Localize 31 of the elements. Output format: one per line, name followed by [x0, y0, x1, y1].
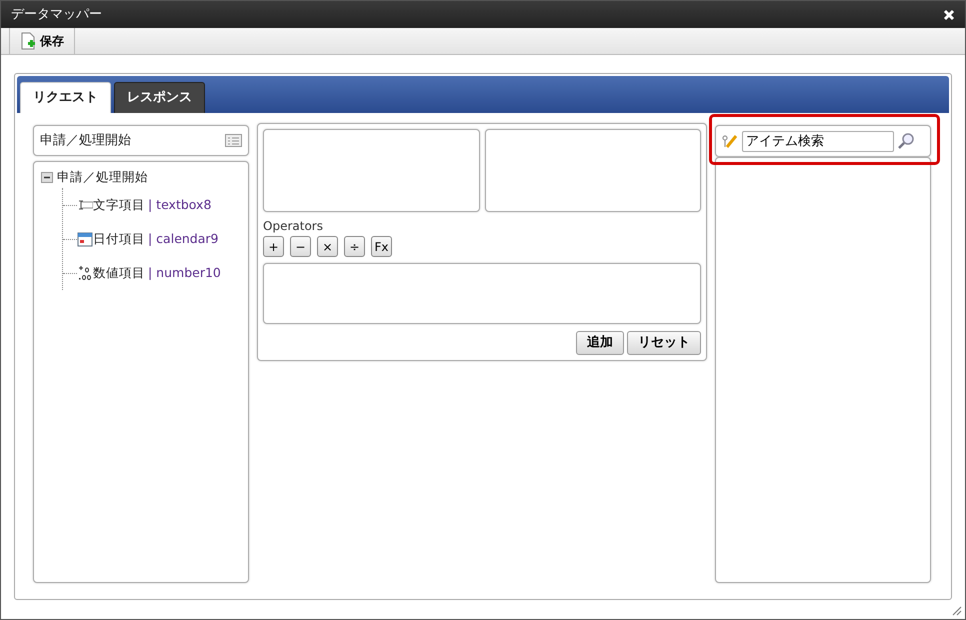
number-icon — [77, 265, 93, 281]
operator-button[interactable]: ÷ — [344, 236, 365, 257]
new-document-icon — [20, 32, 36, 50]
search-field[interactable]: アイテム検索 — [742, 130, 894, 152]
source-selector[interactable]: 申請／処理開始 — [33, 125, 249, 156]
tab[interactable]: レスポンス — [114, 82, 205, 113]
expression-field[interactable] — [263, 263, 701, 324]
save-button[interactable]: 保存 — [9, 28, 75, 54]
tree-node[interactable]: 申請／処理開始 — [57, 168, 148, 186]
add-button[interactable]: 追加 — [576, 331, 624, 355]
operator-button[interactable]: × — [317, 236, 338, 257]
text-area[interactable] — [484, 129, 701, 212]
calendar-icon — [77, 231, 93, 247]
search-icon[interactable] — [896, 132, 915, 150]
pencil-icon — [722, 133, 739, 149]
operator-button[interactable]: − — [290, 236, 311, 257]
tab[interactable]: リクエスト — [20, 82, 111, 113]
tree-node[interactable]: 文字項目 | textbox8 — [93, 196, 212, 214]
resize-grip-icon[interactable] — [952, 606, 962, 616]
window-title: データマッパー — [11, 6, 102, 24]
operator-button[interactable]: + — [263, 236, 284, 257]
operators-label: Operators — [263, 218, 324, 235]
collapse-icon[interactable] — [40, 170, 54, 184]
close-icon[interactable] — [943, 8, 955, 20]
list-icon — [225, 134, 242, 147]
tree-node[interactable]: 数値項目 | number10 — [93, 264, 221, 282]
text-area[interactable] — [263, 129, 480, 212]
selector-label: 申請／処理開始 — [40, 132, 131, 150]
tree-node[interactable]: 日付項目 | calendar9 — [93, 230, 218, 248]
operator-button[interactable]: Fx — [371, 236, 392, 257]
reset-button[interactable]: リセット — [626, 331, 701, 355]
